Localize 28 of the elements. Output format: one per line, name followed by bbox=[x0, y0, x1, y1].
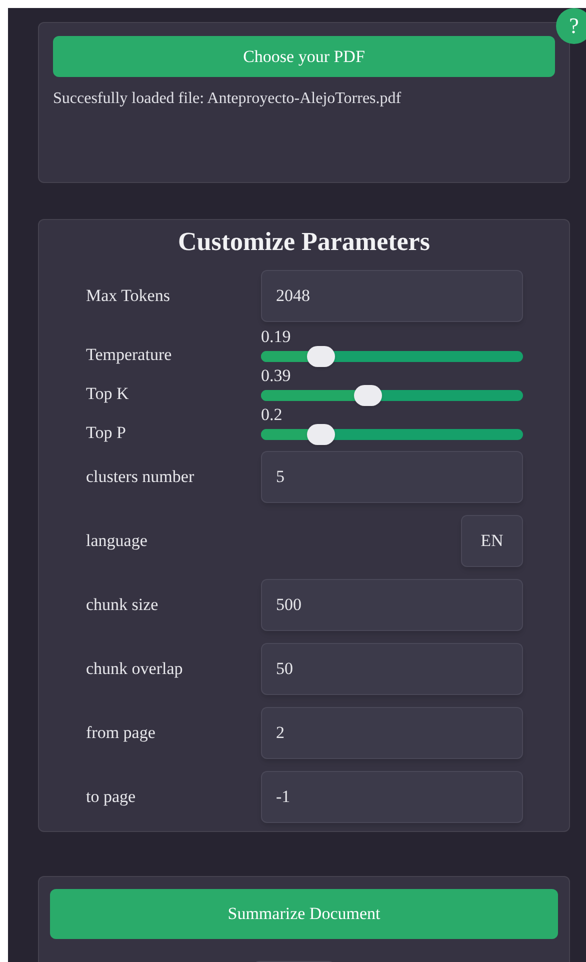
input-field[interactable]: 50 bbox=[261, 643, 523, 695]
parameter-label: language bbox=[86, 530, 148, 552]
slider-thumb[interactable] bbox=[354, 385, 382, 406]
slider[interactable] bbox=[261, 424, 523, 445]
slider[interactable] bbox=[261, 346, 523, 367]
parameter-label: to page bbox=[86, 786, 137, 808]
slider[interactable] bbox=[261, 385, 523, 406]
input-field[interactable]: 5 bbox=[261, 451, 523, 503]
parameter-label: from page bbox=[86, 722, 156, 744]
input-field[interactable]: 2 bbox=[261, 707, 523, 759]
parameter-label: Max Tokens bbox=[86, 285, 171, 308]
parameter-label: Top K bbox=[86, 382, 130, 405]
parameter-label: chunk overlap bbox=[86, 658, 184, 680]
slider-value: 0.39 bbox=[261, 367, 291, 385]
parameter-label: Top P bbox=[86, 422, 127, 444]
slider-value: 0.2 bbox=[261, 406, 282, 424]
slider-value: 0.19 bbox=[261, 328, 291, 346]
file-status: Succesfully loaded file: Anteproyecto-AlejoTorres.pdf bbox=[53, 89, 402, 109]
parameter-label: Temperature bbox=[86, 344, 173, 366]
parameter-label: clusters number bbox=[86, 466, 196, 488]
input-field[interactable]: -1 bbox=[261, 771, 523, 823]
slider-thumb[interactable] bbox=[307, 424, 336, 445]
parameter-label: chunk size bbox=[86, 594, 160, 616]
language-button[interactable]: EN bbox=[461, 515, 523, 567]
input-field[interactable]: 2048 bbox=[261, 270, 523, 322]
input-field[interactable]: 500 bbox=[261, 579, 523, 631]
parameters-title: Customize Parameters bbox=[177, 226, 431, 258]
slider-thumb[interactable] bbox=[307, 346, 336, 367]
